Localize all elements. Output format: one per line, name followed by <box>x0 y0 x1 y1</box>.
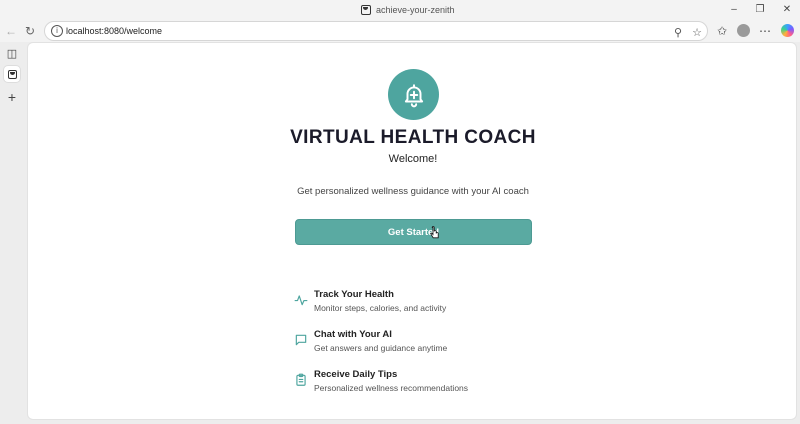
feature-description: Personalized wellness recommendations <box>314 383 469 393</box>
reload-button[interactable]: ↻ <box>22 23 38 39</box>
close-button[interactable]: ✕ <box>779 2 795 16</box>
vertical-tab-sidebar: ◫ + <box>0 42 26 424</box>
feature-title: Receive Daily Tips <box>314 369 398 380</box>
tab-actions-icon[interactable]: ◫ <box>4 45 20 61</box>
page-title: VIRTUAL HEALTH COACH <box>290 127 536 148</box>
url-text[interactable]: localhost:8080/welcome <box>66 26 162 36</box>
copilot-icon[interactable] <box>781 24 794 37</box>
tab-title: achieve-your-zenith <box>376 5 455 15</box>
tagline: Get personalized wellness guidance with … <box>297 186 529 197</box>
clipboard-icon <box>296 373 306 386</box>
new-tab-icon[interactable]: + <box>4 89 20 105</box>
chat-bubble-icon <box>295 334 307 346</box>
app-logo <box>388 69 439 120</box>
feature-description: Monitor steps, calories, and activity <box>314 303 447 313</box>
sidebar-tab-favicon-icon[interactable] <box>4 66 20 82</box>
feature-description: Get answers and guidance anytime <box>314 343 448 353</box>
favorites-icon[interactable]: ✩ <box>714 23 730 39</box>
window-title-bar: achieve-your-zenith – ❐ ✕ <box>0 0 800 20</box>
get-started-button[interactable]: Get Started <box>295 219 532 245</box>
navigation-bar: ← ↻ i localhost:8080/welcome ⚲ ☆ <box>0 20 800 42</box>
bell-plus-icon <box>404 83 423 107</box>
back-button[interactable]: ← <box>3 23 19 39</box>
welcome-page: VIRTUAL HEALTH COACH Welcome! Get person… <box>27 42 797 420</box>
profile-avatar[interactable] <box>737 24 750 37</box>
favorite-star-icon[interactable]: ☆ <box>690 25 704 39</box>
zoom-icon[interactable]: ⚲ <box>671 25 685 39</box>
feature-item: Chat with Your AI Get answers and guidan… <box>294 329 554 359</box>
feature-title: Track Your Health <box>314 289 394 300</box>
feature-item: Track Your Health Monitor steps, calorie… <box>294 289 554 319</box>
welcome-text: Welcome! <box>388 153 438 165</box>
minimize-button[interactable]: – <box>726 2 742 16</box>
tab-favicon-icon <box>361 5 371 15</box>
site-info-icon[interactable]: i <box>51 25 63 37</box>
feature-item: Receive Daily Tips Personalized wellness… <box>294 369 554 399</box>
address-bar[interactable]: i localhost:8080/welcome ⚲ ☆ <box>44 21 708 41</box>
activity-icon <box>294 295 308 306</box>
more-menu-icon[interactable]: ⋯ <box>757 23 773 39</box>
active-tab[interactable]: achieve-your-zenith <box>361 4 455 16</box>
tab-favicon-icon <box>7 69 17 79</box>
mouse-cursor-icon <box>430 226 439 239</box>
restore-button[interactable]: ❐ <box>752 2 768 16</box>
feature-title: Chat with Your AI <box>314 329 392 340</box>
